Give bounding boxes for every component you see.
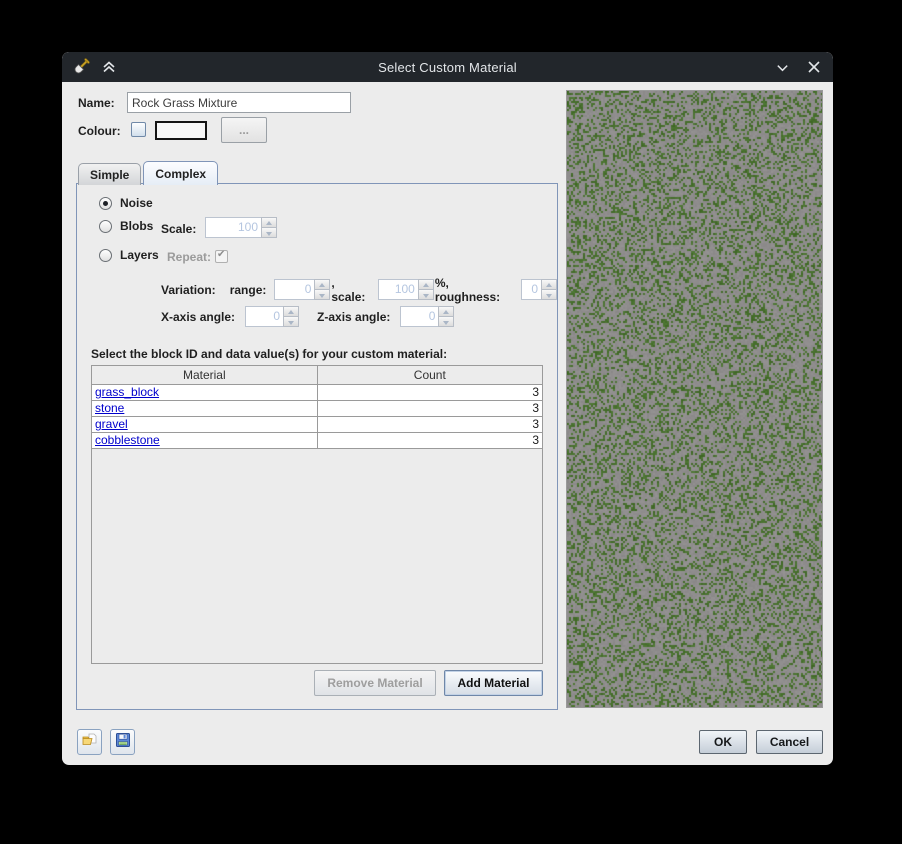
variation-scale-down xyxy=(418,289,434,300)
table-instruction: Select the block ID and data value(s) fo… xyxy=(91,347,447,361)
x-axis-angle-label: X-axis angle: xyxy=(161,310,235,324)
material-link[interactable]: grass_block xyxy=(95,385,159,399)
variation-scale-value: 100 xyxy=(378,279,418,300)
range-spinner-value: 0 xyxy=(274,279,314,300)
table-row[interactable]: grass_block 3 xyxy=(92,384,542,400)
mode-blobs[interactable]: Blobs xyxy=(99,219,153,233)
layers-radio[interactable] xyxy=(99,249,112,262)
roughness-spinner-down xyxy=(541,289,557,300)
range-spinner-down xyxy=(314,289,330,300)
scale-spinner-down xyxy=(261,227,277,238)
chevron-down-icon[interactable] xyxy=(771,56,793,78)
load-material-button[interactable] xyxy=(77,729,102,755)
complex-tab-panel: Noise Blobs Scale: 100 Layers Repeat: Va… xyxy=(76,183,558,710)
material-link[interactable]: stone xyxy=(95,401,124,415)
floppy-disk-icon xyxy=(115,732,131,753)
add-material-button[interactable]: Add Material xyxy=(444,670,543,696)
count-column-header: Count xyxy=(317,366,542,384)
variation-scale-up xyxy=(418,279,434,289)
count-cell[interactable]: 3 xyxy=(317,416,542,432)
z-axis-angle-spinner: 0 xyxy=(400,306,454,327)
scale-label: Scale: xyxy=(161,222,196,236)
colour-label: Colour: xyxy=(78,124,121,138)
colour-picker-button: ... xyxy=(221,117,267,143)
range-spinner: 0 xyxy=(274,279,330,300)
count-cell[interactable]: 3 xyxy=(317,384,542,400)
close-icon[interactable] xyxy=(803,56,825,78)
name-input[interactable] xyxy=(127,92,351,113)
roughness-spinner-value: 0 xyxy=(521,279,541,300)
z-axis-angle-down xyxy=(438,316,454,327)
tab-complex[interactable]: Complex xyxy=(143,161,218,185)
roughness-spinner-up xyxy=(541,279,557,289)
repeat-label: Repeat: xyxy=(167,250,211,264)
table-row[interactable]: gravel 3 xyxy=(92,416,542,432)
table-row[interactable]: stone 3 xyxy=(92,400,542,416)
variation-row: Variation: range: 0 , scale: 100 %, roug… xyxy=(161,279,557,300)
z-axis-angle-value: 0 xyxy=(400,306,438,327)
material-link[interactable]: gravel xyxy=(95,417,128,431)
table-row[interactable]: cobblestone 3 xyxy=(92,432,542,448)
z-axis-angle-label: Z-axis angle: xyxy=(317,310,390,324)
ok-button[interactable]: OK xyxy=(699,730,747,754)
range-label: range: xyxy=(230,283,267,297)
layers-label: Layers xyxy=(120,248,159,262)
save-material-button[interactable] xyxy=(110,729,135,755)
blobs-radio[interactable] xyxy=(99,220,112,233)
variation-label: Variation: xyxy=(161,283,216,297)
repeat-checkbox xyxy=(215,250,228,263)
scale-spinner: 100 xyxy=(205,217,277,238)
x-axis-angle-down xyxy=(283,316,299,327)
blobs-label: Blobs xyxy=(120,219,153,233)
variation-scale-spinner: 100 xyxy=(378,279,434,300)
shovel-icon xyxy=(70,56,92,78)
select-custom-material-dialog: Select Custom Material xyxy=(62,52,833,765)
window-title: Select Custom Material xyxy=(62,60,833,75)
table-header-row: Material Count xyxy=(92,366,542,384)
material-table: Material Count grass_block 3 stone 3 gra… xyxy=(91,365,543,664)
open-folder-icon xyxy=(81,732,98,753)
material-column-header: Material xyxy=(92,366,317,384)
roughness-spinner: 0 xyxy=(521,279,557,300)
z-axis-angle-up xyxy=(438,306,454,316)
scale-spinner-up xyxy=(261,217,277,227)
x-axis-angle-spinner: 0 xyxy=(245,306,299,327)
roughness-label: %, roughness: xyxy=(435,276,513,304)
cancel-button[interactable]: Cancel xyxy=(756,730,823,754)
count-cell[interactable]: 3 xyxy=(317,400,542,416)
material-link[interactable]: cobblestone xyxy=(95,433,160,447)
scale-spinner-value: 100 xyxy=(205,217,261,238)
noise-radio[interactable] xyxy=(99,197,112,210)
colour-preview-swatch xyxy=(155,121,207,140)
remove-material-button: Remove Material xyxy=(314,670,436,696)
name-label: Name: xyxy=(78,96,115,110)
x-axis-angle-up xyxy=(283,306,299,316)
mode-noise[interactable]: Noise xyxy=(99,196,153,210)
tab-bar: Simple Complex xyxy=(78,161,220,185)
noise-label: Noise xyxy=(120,196,153,210)
chevrons-up-icon[interactable] xyxy=(98,56,120,78)
titlebar[interactable]: Select Custom Material xyxy=(62,52,833,82)
mode-layers[interactable]: Layers xyxy=(99,248,159,262)
texture-preview xyxy=(566,90,823,708)
count-cell[interactable]: 3 xyxy=(317,432,542,448)
tab-simple[interactable]: Simple xyxy=(78,163,141,185)
colour-checkbox[interactable] xyxy=(131,122,146,137)
x-axis-angle-value: 0 xyxy=(245,306,283,327)
variation-scale-label: , scale: xyxy=(331,276,369,304)
angles-row: X-axis angle: 0 Z-axis angle: 0 xyxy=(161,306,454,327)
range-spinner-up xyxy=(314,279,330,289)
texture-preview-canvas xyxy=(567,91,822,707)
